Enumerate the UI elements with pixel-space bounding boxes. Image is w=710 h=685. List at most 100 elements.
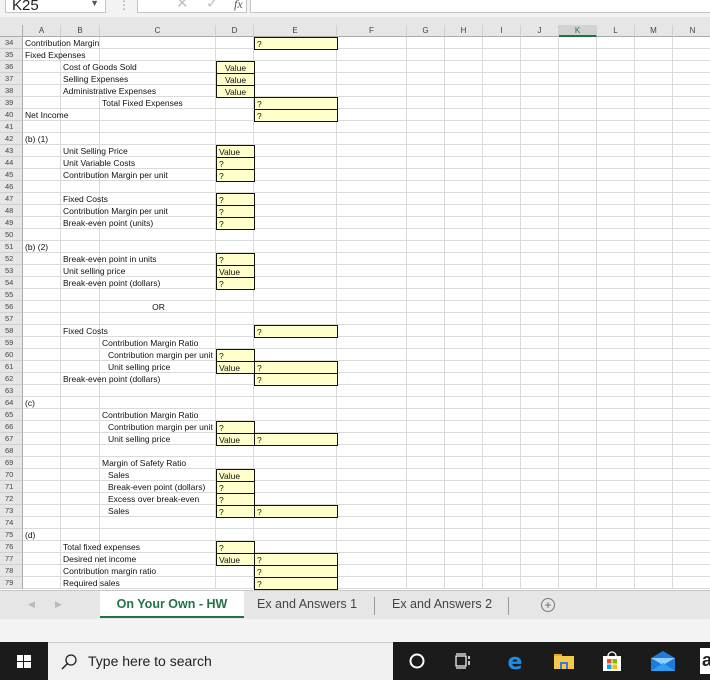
label-cell-a34[interactable]: Contribution Margin <box>23 37 99 49</box>
row-header-68[interactable]: 68 <box>0 445 23 457</box>
input-cell-d77[interactable]: Value <box>216 553 255 566</box>
row-header-67[interactable]: 67 <box>0 433 23 445</box>
input-cell-e67[interactable]: ? <box>254 433 338 446</box>
store-icon[interactable] <box>601 650 623 672</box>
row-header-40[interactable]: 40 <box>0 109 23 121</box>
column-header-g[interactable]: G <box>407 25 445 37</box>
row-header-41[interactable]: 41 <box>0 121 23 133</box>
scroll-tabs-left-icon[interactable]: ◀ <box>28 599 35 610</box>
column-header-e[interactable]: E <box>254 25 337 37</box>
row-header-63[interactable]: 63 <box>0 385 23 397</box>
label-cell-b44[interactable]: Unit Variable Costs <box>61 157 135 169</box>
label-cell-a64[interactable]: (c) <box>23 397 35 409</box>
row-header-42[interactable]: 42 <box>0 133 23 145</box>
input-cell-d38[interactable]: Value <box>216 85 255 98</box>
column-header-n[interactable]: N <box>673 25 710 37</box>
label-cell-b36[interactable]: Cost of Goods Sold <box>61 61 137 73</box>
input-cell-d54[interactable]: ? <box>216 277 255 290</box>
label-cell-b52[interactable]: Break-even point in units <box>61 253 157 265</box>
label-cell-b53[interactable]: Unit selling price <box>61 265 125 277</box>
row-header-34[interactable]: 34 <box>0 37 23 49</box>
row-header-71[interactable]: 71 <box>0 481 23 493</box>
row-header-74[interactable]: 74 <box>0 517 23 529</box>
insert-function-icon[interactable]: fx <box>234 0 243 12</box>
row-header-52[interactable]: 52 <box>0 253 23 265</box>
row-header-56[interactable]: 56 <box>0 301 23 313</box>
amazon-icon[interactable]: a <box>700 648 710 674</box>
edge-icon[interactable]: e <box>504 650 526 672</box>
label-cell-c69[interactable]: Margin of Safety Ratio <box>100 457 186 469</box>
row-header-55[interactable]: 55 <box>0 289 23 301</box>
input-cell-e73[interactable]: ? <box>254 505 338 518</box>
row-header-49[interactable]: 49 <box>0 217 23 229</box>
task-view-icon[interactable] <box>452 650 474 672</box>
row-header-78[interactable]: 78 <box>0 565 23 577</box>
row-header-59[interactable]: 59 <box>0 337 23 349</box>
row-header-72[interactable]: 72 <box>0 493 23 505</box>
enter-icon[interactable]: ✓ <box>206 0 219 12</box>
label-cell-b48[interactable]: Contribution Margin per unit <box>61 205 168 217</box>
column-header-i[interactable]: I <box>483 25 521 37</box>
row-header-60[interactable]: 60 <box>0 349 23 361</box>
row-header-57[interactable]: 57 <box>0 313 23 325</box>
plus-circle-icon[interactable]: + <box>541 598 555 612</box>
label-cell-b43[interactable]: Unit Selling Price <box>61 145 128 157</box>
input-cell-d73[interactable]: ? <box>216 505 255 518</box>
label-cell-b62[interactable]: Break-even point (dollars) <box>61 373 160 385</box>
input-cell-d45[interactable]: ? <box>216 169 255 182</box>
label-cell-b79[interactable]: Required sales <box>61 577 120 589</box>
row-header-70[interactable]: 70 <box>0 469 23 481</box>
row-header-54[interactable]: 54 <box>0 277 23 289</box>
label-cell-a42[interactable]: (b) (1) <box>23 133 48 145</box>
formula-input[interactable] <box>250 0 710 13</box>
column-header-k[interactable]: K <box>559 25 597 37</box>
label-cell-c61[interactable]: Unit selling price <box>100 361 170 373</box>
scroll-tabs-right-icon[interactable]: ▶ <box>55 599 62 610</box>
row-header-45[interactable]: 45 <box>0 169 23 181</box>
row-header-39[interactable]: 39 <box>0 97 23 109</box>
label-cell-c59[interactable]: Contribution Margin Ratio <box>100 337 198 349</box>
input-cell-e40[interactable]: ? <box>254 109 338 122</box>
label-cell-b37[interactable]: Selling Expenses <box>61 73 128 85</box>
column-header-h[interactable]: H <box>445 25 483 37</box>
cortana-icon[interactable] <box>406 650 428 672</box>
mail-icon[interactable] <box>650 650 676 672</box>
row-header-48[interactable]: 48 <box>0 205 23 217</box>
file-explorer-icon[interactable] <box>553 650 575 672</box>
label-cell-c65[interactable]: Contribution Margin Ratio <box>100 409 198 421</box>
label-cell-b58[interactable]: Fixed Costs <box>61 325 108 337</box>
cancel-icon[interactable]: ✕ <box>176 0 189 12</box>
input-cell-e79[interactable]: ? <box>254 577 338 590</box>
row-header-38[interactable]: 38 <box>0 85 23 97</box>
label-cell-b54[interactable]: Break-even point (dollars) <box>61 277 160 289</box>
row-header-51[interactable]: 51 <box>0 241 23 253</box>
label-cell-a35[interactable]: Fixed Expenses <box>23 49 85 61</box>
row-header-61[interactable]: 61 <box>0 361 23 373</box>
column-header-d[interactable]: D <box>216 25 254 37</box>
label-cell-b38[interactable]: Administrative Expenses <box>61 85 156 97</box>
label-cell-b76[interactable]: Total fixed expenses <box>61 541 140 553</box>
row-header-62[interactable]: 62 <box>0 373 23 385</box>
label-cell-c70[interactable]: Sales <box>100 469 129 481</box>
sheet-tab-on-your-own-hw[interactable]: On Your Own - HW <box>100 591 244 618</box>
input-cell-d49[interactable]: ? <box>216 217 255 230</box>
sheet-tab-ex-and-answers-1[interactable]: Ex and Answers 1 <box>245 591 369 618</box>
column-header-j[interactable]: J <box>521 25 559 37</box>
name-box[interactable]: K25 ▼ <box>5 0 106 14</box>
column-header-a[interactable]: A <box>23 25 61 37</box>
row-header-37[interactable]: 37 <box>0 73 23 85</box>
row-header-75[interactable]: 75 <box>0 529 23 541</box>
label-cell-c73[interactable]: Sales <box>100 505 129 517</box>
column-header-f[interactable]: F <box>337 25 407 37</box>
row-header-73[interactable]: 73 <box>0 505 23 517</box>
label-cell-b47[interactable]: Fixed Costs <box>61 193 108 205</box>
row-header-66[interactable]: 66 <box>0 421 23 433</box>
taskbar-search-box[interactable]: Type here to search <box>48 642 393 680</box>
label-cell-c71[interactable]: Break-even point (dollars) <box>100 481 205 493</box>
row-header-47[interactable]: 47 <box>0 193 23 205</box>
row-header-79[interactable]: 79 <box>0 577 23 589</box>
input-cell-e62[interactable]: ? <box>254 373 338 386</box>
row-header-58[interactable]: 58 <box>0 325 23 337</box>
row-header-65[interactable]: 65 <box>0 409 23 421</box>
column-header-c[interactable]: C <box>100 25 216 37</box>
